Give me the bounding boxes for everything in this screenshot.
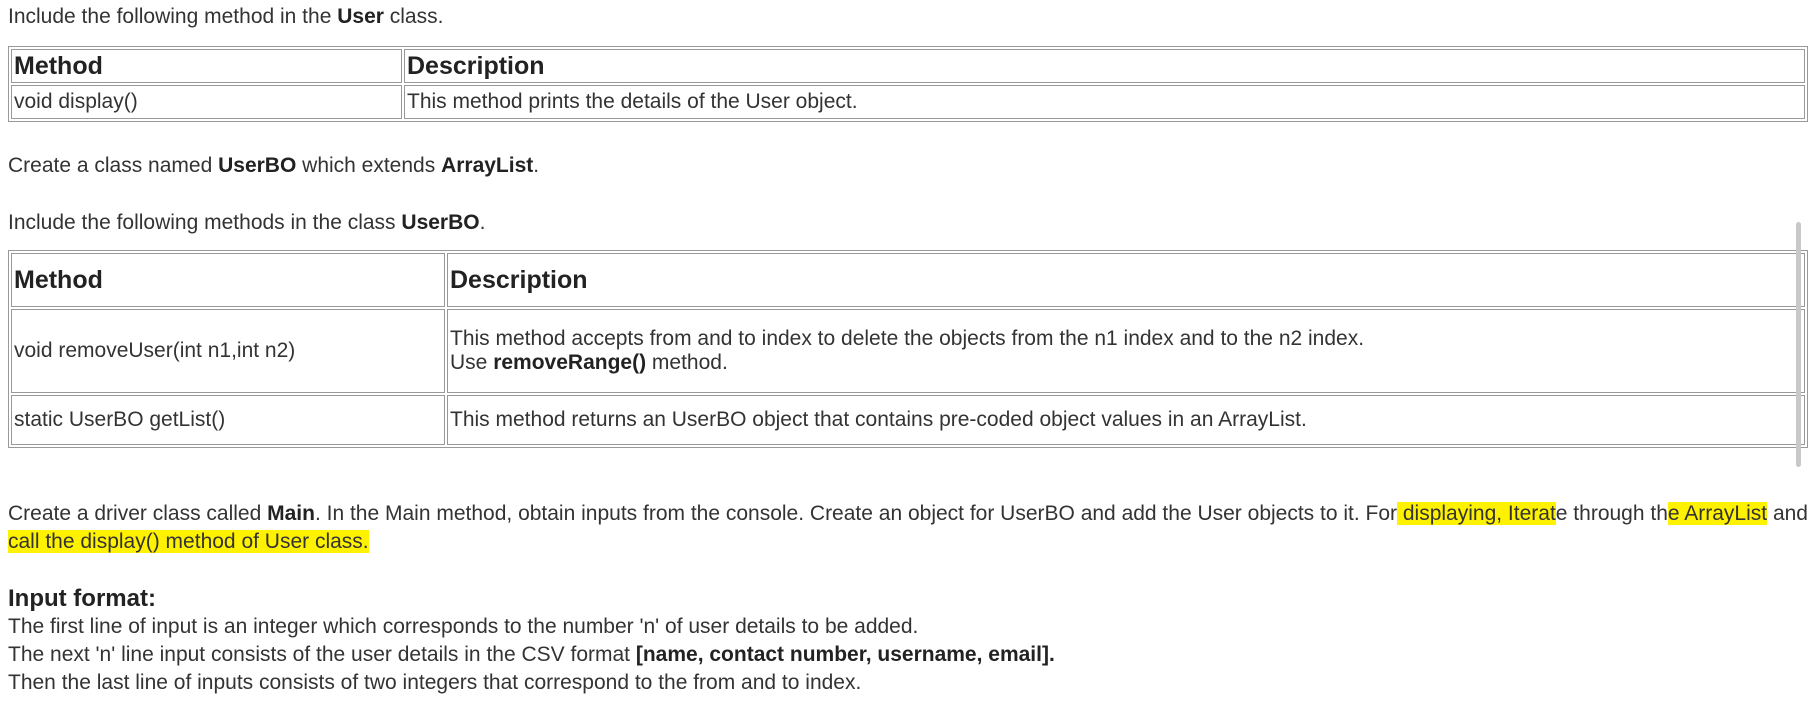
column-header-method: Method (11, 49, 402, 83)
input-format-heading: Input format: (8, 585, 156, 612)
userbo-class-statement: Create a class named UserBO which extend… (8, 152, 539, 180)
method-cell: void display() (11, 85, 402, 119)
table-header-row: Method Description (11, 49, 1805, 83)
intro-text-end: class. (383, 5, 444, 28)
text: and (1767, 502, 1808, 525)
text: e through th (1555, 502, 1668, 525)
text: . (479, 211, 486, 234)
highlight: displaying, Iterat (1397, 502, 1556, 525)
description-text: Use (450, 351, 494, 374)
driver-class-paragraph: Create a driver class called Main. In th… (8, 500, 1808, 556)
text: Include the following methods in the cla… (8, 211, 402, 234)
method-cell: static UserBO getList() (11, 395, 445, 445)
intro-user-method: Include the following method in the User… (8, 3, 443, 31)
description-cell: This method accepts from and to index to… (447, 309, 1805, 393)
text: . In the Main method, obtain inputs from… (314, 502, 1398, 525)
class-name-userbo: UserBO (218, 154, 297, 177)
scrollbar[interactable] (1796, 222, 1801, 467)
class-name-main: Main (267, 502, 315, 525)
text: The next 'n' line input consists of the … (8, 643, 636, 666)
table-row: static UserBO getList() This method retu… (11, 395, 1805, 445)
text: Create a class named (8, 154, 219, 177)
table-header-row: Method Description (11, 253, 1805, 307)
highlight: call the display() method of User class. (8, 530, 369, 553)
class-name-userbo: UserBO (401, 211, 480, 234)
class-name-user: User (337, 5, 384, 28)
description-line: This method accepts from and to index to… (450, 327, 1365, 350)
text: Create a driver class called (8, 502, 268, 525)
class-name-arraylist: ArrayList (441, 154, 534, 177)
input-format-line-3: Then the last line of inputs consists of… (8, 671, 862, 694)
input-format-line-1: The first line of input is an integer wh… (8, 615, 919, 638)
userbo-methods-intro: Include the following methods in the cla… (8, 209, 485, 237)
userbo-methods-table: Method Description void removeUser(int n… (8, 250, 1808, 448)
intro-text: Include the following method in the (8, 5, 338, 28)
method-name-removerange: removeRange() (493, 351, 647, 374)
table-row: void display() This method prints the de… (11, 85, 1805, 119)
table-row: void removeUser(int n1,int n2) This meth… (11, 309, 1805, 393)
input-format-line-2: The next 'n' line input consists of the … (8, 641, 1055, 669)
csv-format: [name, contact number, username, email]. (635, 643, 1055, 666)
description-text: method. (646, 351, 728, 374)
text: . (533, 154, 540, 177)
description-cell: This method prints the details of the Us… (404, 85, 1805, 119)
highlight: e ArrayList (1667, 502, 1768, 525)
column-header-description: Description (447, 253, 1805, 307)
description-cell: This method returns an UserBO object tha… (447, 395, 1805, 445)
method-cell: void removeUser(int n1,int n2) (11, 309, 445, 393)
text: which extends (296, 154, 442, 177)
column-header-description: Description (404, 49, 1805, 83)
column-header-method: Method (11, 253, 445, 307)
user-methods-table: Method Description void display() This m… (8, 46, 1808, 122)
